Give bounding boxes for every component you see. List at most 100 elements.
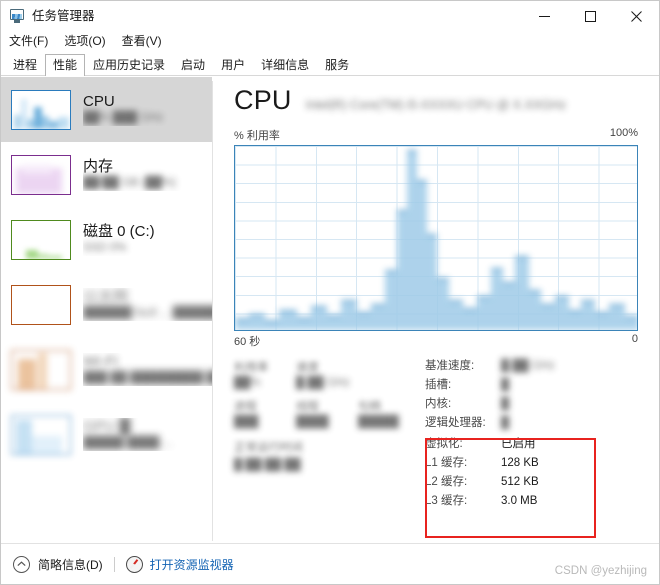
spec-value-sockets: █ xyxy=(501,378,510,391)
spec-value-l2-cache: 512 KB xyxy=(501,475,539,488)
sidebar-item-wifi-subtitle: ███ ██ █████████ ██us xyxy=(83,371,212,384)
tab-strip: 进程 性能 应用历史记录 启动 用户 详细信息 服务 xyxy=(1,51,659,77)
cpu-live-stats-grid: 利用率 速度 ██% █.██ GHz 进程 线程 句柄 ███ ████ ██… xyxy=(234,359,429,435)
close-button[interactable] xyxy=(613,1,659,31)
menu-bar: 文件(F) 选项(O) 查看(V) xyxy=(1,31,659,51)
stat-value-uptime: █:██:██:██ xyxy=(234,459,301,471)
tab-performance[interactable]: 性能 xyxy=(45,54,86,77)
page-title: CPU xyxy=(234,85,292,115)
sidebar-item-cpu-text: CPU ██% ███ GHz xyxy=(83,93,212,125)
maximize-button[interactable] xyxy=(567,1,613,31)
sidebar-item-wifi-title: Wi-Fi xyxy=(83,353,118,371)
sidebar-item-wifi-text: Wi-Fi ███ ██ █████████ ██us xyxy=(83,353,212,385)
cpu-thumbnail-graph xyxy=(11,89,71,130)
sidebar-item-ethernet-title: 以太网 xyxy=(83,288,129,306)
cpu-model-name: Intel(R) Core(TM) i5-XXXXU CPU @ X.XXGHz xyxy=(305,98,567,112)
cpu-specs-list: 基准速度: █.██ GHz 插槽: █ 内核: █ 逻辑处理器: █ 虚拟化:… xyxy=(425,359,640,513)
sidebar-item-ethernet[interactable]: 以太网 ██████ fault ... ███████████ xyxy=(1,272,212,337)
tab-services[interactable]: 服务 xyxy=(317,54,357,76)
stat-value-processes: ███ xyxy=(234,416,259,428)
tab-processes[interactable]: 进程 xyxy=(5,54,45,76)
sidebar-item-disk-title: 磁盘 0 (C:) xyxy=(83,223,155,241)
sidebar-item-wifi[interactable]: Wi-Fi ███ ██ █████████ ██us xyxy=(1,337,212,402)
task-manager-icon xyxy=(9,8,25,24)
stat-label-uptime: 正常运行时间 xyxy=(234,442,303,454)
spec-key-logical-processors: 逻辑处理器: xyxy=(425,416,486,429)
resource-monitor-icon xyxy=(125,555,143,573)
window-controls xyxy=(521,1,659,31)
tab-startup[interactable]: 启动 xyxy=(173,54,213,76)
spec-key-sockets: 插槽: xyxy=(425,378,452,391)
title-bar: 任务管理器 xyxy=(1,1,659,31)
open-resource-monitor-link[interactable]: 打开资源监视器 xyxy=(125,555,234,573)
stat-value-speed: █.██ GHz xyxy=(296,377,350,389)
spec-key-virtualization: 虚拟化: xyxy=(425,438,463,450)
stat-label-processes: 进程 xyxy=(234,401,257,413)
sidebar-item-cpu-subtitle: ██% ███ GHz xyxy=(83,111,164,124)
spec-row-logical-processors: 逻辑处理器: █ xyxy=(425,416,640,430)
status-bar: 简略信息(D) 打开资源监视器 CSDN @yezhijing xyxy=(1,543,659,584)
watermark: CSDN @yezhijing xyxy=(554,565,647,577)
time-axis-start: 60 秒 xyxy=(234,336,261,348)
cpu-utilization-graph xyxy=(234,145,638,331)
sidebar-item-memory-text: 内存 ██/██ GB (██%) xyxy=(83,158,212,190)
spec-key-l2-cache: L2 缓存: xyxy=(425,475,468,488)
cpu-header: CPU Intel(R) Core(TM) i5-XXXXU CPU @ X.X… xyxy=(234,87,566,114)
time-axis-end: 0 xyxy=(631,333,638,345)
sidebar-item-memory-subtitle: ██/██ GB (██%) xyxy=(83,176,176,189)
menu-item-view[interactable]: 查看(V) xyxy=(122,35,162,47)
spec-row-base-speed: 基准速度: █.██ GHz xyxy=(425,359,640,373)
fewer-details-button[interactable]: 简略信息(D) xyxy=(13,555,103,573)
sidebar-item-gpu-text: GPU █ █████ ████ ... xyxy=(83,418,212,450)
spec-value-virtualization: 已启用 xyxy=(501,438,536,450)
spec-value-base-speed: █.██ GHz xyxy=(501,360,555,372)
cpu-utilization-plot xyxy=(235,146,637,330)
cpu-detail-panel: CPU Intel(R) Core(TM) i5-XXXXU CPU @ X.X… xyxy=(213,77,659,543)
sidebar-item-disk[interactable]: 磁盘 0 (C:) SSD 0% xyxy=(1,207,212,272)
stat-label-handles: 句柄 xyxy=(358,401,381,413)
disk-thumbnail-graph xyxy=(11,219,71,260)
cpu-live-stats: 利用率 速度 ██% █.██ GHz 进程 线程 句柄 ███ ████ ██… xyxy=(234,359,429,471)
utilization-axis-labels: % 利用率 100% xyxy=(234,127,638,143)
time-axis-labels: 60 秒 0 xyxy=(234,333,638,349)
sidebar-item-disk-text: 磁盘 0 (C:) SSD 0% xyxy=(83,223,212,255)
tab-details[interactable]: 详细信息 xyxy=(253,54,317,76)
wifi-thumbnail-graph xyxy=(11,349,71,390)
ethernet-thumbnail-graph xyxy=(11,284,71,325)
gpu-thumbnail-graph xyxy=(11,414,71,455)
menu-item-options[interactable]: 选项(O) xyxy=(64,35,105,47)
resource-sidebar[interactable]: CPU ██% ███ GHz 内存 ██/██ GB (██%) 磁盘 0 (… xyxy=(1,77,212,543)
sidebar-item-cpu[interactable]: CPU ██% ███ GHz xyxy=(1,77,212,142)
sidebar-item-gpu-title: GPU █ xyxy=(83,418,131,436)
spec-value-l3-cache: 3.0 MB xyxy=(501,494,538,507)
menu-item-file[interactable]: 文件(F) xyxy=(9,35,48,47)
chevron-up-circle-icon xyxy=(13,555,30,573)
spec-key-l1-cache: L1 缓存: xyxy=(425,456,468,469)
sidebar-item-gpu-subtitle: █████ ████ ... xyxy=(83,436,173,449)
stat-label-threads: 线程 xyxy=(296,401,319,413)
stat-value-threads: ████ xyxy=(296,416,329,428)
minimize-button[interactable] xyxy=(521,1,567,31)
utilization-axis-max: 100% xyxy=(609,127,638,139)
stat-value-handles: █████ xyxy=(358,416,399,428)
spec-row-l2-cache: L2 缓存: 512 KB xyxy=(425,475,640,489)
memory-thumbnail-graph xyxy=(11,154,71,195)
sidebar-item-ethernet-text: 以太网 ██████ fault ... ███████████ xyxy=(83,288,212,320)
utilization-axis-label: % 利用率 xyxy=(234,130,280,142)
sidebar-item-memory[interactable]: 内存 ██/██ GB (██%) xyxy=(1,142,212,207)
spec-value-logical-processors: █ xyxy=(501,416,510,429)
stat-label-utilization: 利用率 xyxy=(234,362,269,374)
sidebar-item-memory-title: 内存 xyxy=(83,158,114,176)
fewer-details-label: 简略信息(D) xyxy=(38,557,103,572)
task-manager-window: 任务管理器 文件(F) 选项(O) 查看(V) 进程 性能 应用历史记录 启动 … xyxy=(0,0,660,585)
spec-key-l3-cache: L3 缓存: xyxy=(425,494,468,507)
sidebar-item-cpu-title: CPU xyxy=(83,93,115,111)
spec-key-base-speed: 基准速度: xyxy=(425,360,475,372)
tab-users[interactable]: 用户 xyxy=(213,54,253,76)
sidebar-item-gpu[interactable]: GPU █ █████ ████ ... xyxy=(1,402,212,467)
spec-row-l1-cache: L1 缓存: 128 KB xyxy=(425,456,640,470)
sidebar-item-disk-subtitle: SSD 0% xyxy=(83,241,127,254)
tab-app-history[interactable]: 应用历史记录 xyxy=(85,54,173,76)
status-bar-divider xyxy=(113,556,115,572)
spec-row-cores: 内核: █ xyxy=(425,397,640,411)
